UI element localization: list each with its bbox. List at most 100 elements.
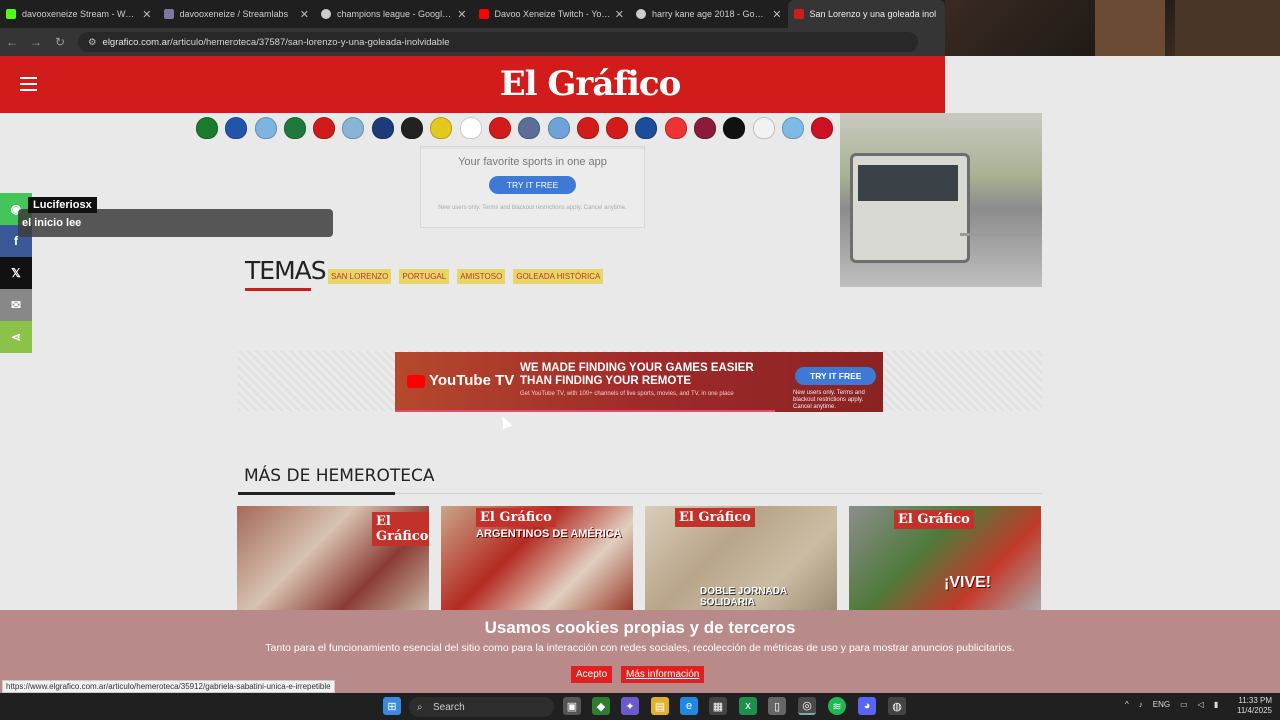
excel-icon[interactable]: x (739, 697, 757, 715)
article-thumb-2[interactable]: El Gráfico ARGENTINOS DE AMÉRICA (441, 506, 633, 610)
club-crest-icon[interactable] (313, 117, 336, 139)
magazine-logo: El Gráfico (476, 508, 556, 527)
forward-icon[interactable]: → (24, 35, 48, 49)
club-crest-icon[interactable] (430, 117, 453, 139)
share-icon[interactable]: ⋖ (0, 321, 32, 353)
notepad-icon[interactable]: ▯ (768, 697, 786, 715)
tab-label: Davoo Xeneize Twitch - YouTub (494, 9, 611, 19)
banner-fine-print: New users only. Terms and blackout restr… (793, 390, 865, 410)
tab-label: champions league - Google Sea (337, 9, 454, 19)
club-crest-icon[interactable] (547, 117, 570, 139)
mic-icon[interactable]: ♪ (1139, 700, 1143, 709)
magazine-logo: El Gráfico (894, 510, 974, 529)
ad-try-free-button[interactable]: TRY IT FREE (488, 176, 577, 194)
article-thumb-4[interactable]: El Gráfico ¡VIVE! (849, 506, 1041, 610)
club-crest-icon[interactable] (371, 117, 394, 139)
close-icon[interactable]: ✕ (300, 8, 309, 21)
tab-elgrafico[interactable]: San Lorenzo y una goleada inol (787, 0, 945, 28)
tag-san-lorenzo[interactable]: SAN LORENZO (328, 269, 392, 284)
club-crest-icon[interactable] (781, 117, 804, 139)
ad-top[interactable]: Your favorite sports in one app TRY IT F… (420, 146, 645, 228)
youtube-tv-banner-ad[interactable]: YouTube TV WE MADE FINDING YOUR GAMES EA… (395, 352, 883, 412)
club-crest-icon[interactable] (576, 117, 599, 139)
club-crest-icon[interactable] (635, 117, 658, 139)
start-icon[interactable]: ⊞ (383, 697, 401, 715)
bus-photo[interactable] (840, 113, 1042, 287)
article-thumb-3[interactable]: El Gráfico DOBLE JORNADA SOLIDARIA (645, 506, 837, 610)
clock[interactable]: 11:33 PM 11/4/2025 (1237, 696, 1272, 716)
temas-title: TEMAS (245, 256, 327, 285)
chrome-icon[interactable]: ◎ (798, 697, 816, 715)
address-bar: ← → ↻ ⚙ elgrafico.com.ar/articulo/hemero… (0, 28, 945, 56)
section-underline (238, 492, 395, 495)
email-icon[interactable]: ✉ (0, 289, 32, 321)
tab-youtube[interactable]: Davoo Xeneize Twitch - YouTub ✕ (473, 0, 631, 28)
close-icon[interactable]: ✕ (457, 8, 466, 21)
magazine-logo: El Gráfico (675, 508, 755, 527)
club-crest-icon[interactable] (811, 117, 834, 139)
search-icon: ⌕ (417, 701, 423, 713)
article-thumb-1[interactable]: El Gráfico (237, 506, 429, 610)
club-crest-icon[interactable] (283, 117, 306, 139)
tag-amistoso[interactable]: AMISTOSO (457, 269, 506, 284)
club-crest-icon[interactable] (664, 117, 687, 139)
kick-icon (6, 9, 16, 19)
more-info-link[interactable]: Más información (621, 666, 705, 683)
club-crest-icon[interactable] (518, 117, 541, 139)
site-info-icon[interactable]: ⚙ (88, 37, 97, 48)
chevron-up-icon[interactable]: ^ (1125, 700, 1129, 709)
hamburger-menu-icon[interactable] (20, 77, 37, 91)
thumb-caption: DOBLE JORNADA SOLIDARIA (700, 586, 787, 608)
temas-underline (245, 288, 311, 291)
copilot-icon[interactable]: ✦ (621, 697, 639, 715)
tab-streamlabs[interactable]: davooxeneize / Streamlabs ✕ (158, 0, 316, 28)
tab-kick[interactable]: davooxeneize Stream - Watch L ✕ (0, 0, 158, 28)
edge-icon[interactable]: e (680, 697, 698, 715)
club-crest-icon[interactable] (723, 117, 746, 139)
close-icon[interactable]: ✕ (615, 8, 624, 21)
tab-google-champions[interactable]: champions league - Google Sea ✕ (315, 0, 473, 28)
tag-goleada-historica[interactable]: GOLEADA HISTÓRICA (513, 269, 604, 284)
obs-icon[interactable]: ◍ (888, 697, 906, 715)
store-icon[interactable]: ▦ (709, 697, 727, 715)
discord-icon[interactable]: ◕ (858, 697, 876, 715)
tag-portugal[interactable]: PORTUGAL (399, 269, 450, 284)
club-crest-icon[interactable] (752, 117, 775, 139)
club-crest-icon[interactable] (196, 117, 218, 139)
site-logo[interactable]: El Gráfico (480, 64, 700, 104)
reload-icon[interactable]: ↻ (48, 35, 72, 49)
language-indicator[interactable]: ENG (1153, 700, 1170, 709)
magazine-logo: El Gráfico (372, 512, 429, 546)
thumb-caption: ¡VIVE! (944, 574, 992, 591)
back-icon[interactable]: ← (0, 35, 24, 49)
file-explorer-icon[interactable]: ▤ (651, 697, 669, 715)
close-icon[interactable]: ✕ (142, 8, 151, 21)
network-icon[interactable]: ▭ (1180, 700, 1188, 709)
url-field[interactable]: ⚙ elgrafico.com.ar/articulo/hemeroteca/3… (78, 32, 918, 52)
x-icon[interactable]: 𝕏 (0, 257, 32, 289)
volume-icon[interactable]: ◁ (1198, 700, 1204, 709)
app-icon[interactable]: ◆ (592, 697, 610, 715)
youtube-icon (478, 9, 489, 19)
club-crest-icon[interactable] (342, 117, 365, 139)
club-crest-icon[interactable] (254, 117, 277, 139)
mouse-cursor-icon (497, 414, 513, 430)
taskbar-search[interactable]: ⌕ Search (409, 697, 554, 717)
close-icon[interactable]: ✕ (772, 8, 781, 21)
club-crest-icon[interactable] (459, 117, 482, 139)
web-page: El Gráfico Your favorite sports in one a… (0, 56, 1280, 693)
battery-icon[interactable]: ▮ (1214, 700, 1218, 709)
club-crest-icon[interactable] (606, 117, 629, 139)
ad-fine-print: New users only. Terms and blackout restr… (438, 205, 627, 211)
tab-google-kane[interactable]: harry kane age 2018 - Google S ✕ (630, 0, 788, 28)
club-crest-icon[interactable] (401, 117, 424, 139)
club-crest-icon[interactable] (488, 117, 511, 139)
task-view-icon[interactable]: ▣ (563, 697, 581, 715)
club-crest-icon[interactable] (694, 117, 717, 139)
ad-tagline: Your favorite sports in one app (458, 156, 607, 168)
accept-cookies-button[interactable]: Acepto (571, 666, 613, 683)
banner-try-free-button[interactable]: TRY IT FREE (795, 367, 877, 385)
spotify-icon[interactable]: ≋ (828, 697, 846, 715)
google-icon (321, 9, 331, 19)
club-crest-icon[interactable] (225, 117, 248, 139)
